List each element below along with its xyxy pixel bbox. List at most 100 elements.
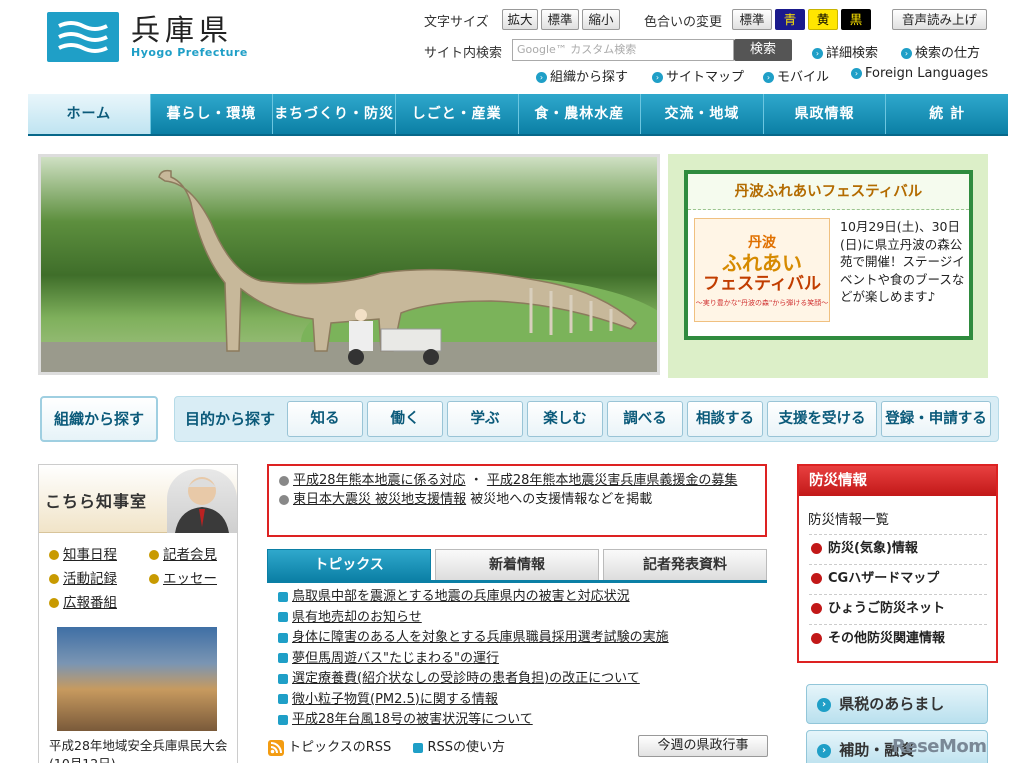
bousai-net-link[interactable]: ひょうご防災ネット bbox=[809, 594, 987, 622]
detail-search-link[interactable]: › 詳細検索 bbox=[812, 42, 878, 61]
bullet-icon bbox=[49, 550, 59, 560]
search-button[interactable]: 検索 bbox=[734, 39, 792, 61]
governor-header[interactable]: こちら知事室 bbox=[39, 465, 237, 533]
nav-exchange[interactable]: 交流・地域 bbox=[641, 94, 764, 134]
color-standard-button[interactable]: 標準 bbox=[732, 9, 772, 30]
list-item[interactable]: 微小粒子物質(PM2.5)に関する情報 bbox=[278, 690, 768, 711]
bullet-icon bbox=[811, 573, 822, 584]
bullet-icon bbox=[811, 543, 822, 554]
bullet-icon bbox=[811, 633, 822, 644]
purpose-apply-button[interactable]: 登録・申請する bbox=[881, 401, 991, 437]
mobile-link[interactable]: › モバイル bbox=[763, 66, 829, 85]
bullet-icon bbox=[149, 550, 159, 560]
nav-living[interactable]: 暮らし・環境 bbox=[151, 94, 274, 134]
bullet-icon bbox=[278, 714, 288, 725]
rss-topics-link[interactable]: トピックスのRSS bbox=[268, 739, 391, 756]
disaster-list-link[interactable]: 防災情報一覧 bbox=[808, 508, 889, 528]
hazard-map-link[interactable]: CGハザードマップ bbox=[809, 564, 987, 592]
nav-statistics[interactable]: 統 計 bbox=[886, 94, 1008, 134]
festival-logo-subtitle: ～実り豊かな"丹波の森"から弾ける笑顔～ bbox=[695, 299, 829, 307]
nav-food[interactable]: 食・農林水産 bbox=[519, 94, 642, 134]
text-size-small-button[interactable]: 縮小 bbox=[582, 9, 620, 30]
tohoku-support-text: 被災地への支援情報などを掲載 bbox=[470, 492, 653, 507]
tohoku-support-link[interactable]: 東日本大震災 被災地支援情報 bbox=[293, 492, 466, 507]
sitemap-link[interactable]: › サイトマップ bbox=[652, 66, 744, 85]
separator: ・ bbox=[469, 473, 483, 488]
text-size-normal-button[interactable]: 標準 bbox=[541, 9, 579, 30]
arrow-circle-icon: › bbox=[763, 72, 774, 83]
purpose-learn-button[interactable]: 学ぶ bbox=[447, 401, 523, 437]
site-logo[interactable]: 兵庫県 Hyogo Prefecture bbox=[47, 12, 248, 62]
bullet-icon bbox=[278, 632, 288, 643]
bullet-icon bbox=[149, 574, 159, 584]
list-item[interactable]: 身体に障害のある人を対象とする兵庫県職員採用選考試験の実施 bbox=[278, 628, 768, 649]
nav-town[interactable]: まちづくり・防災 bbox=[273, 94, 396, 134]
list-item[interactable]: 鳥取県中部を震源とする地震の兵庫県内の被害と対応状況 bbox=[278, 587, 768, 608]
list-item[interactable]: 平成28年台風18号の被害状況等について bbox=[278, 710, 768, 731]
global-nav: ホーム 暮らし・環境 まちづくり・防災 しごと・産業 食・農林水産 交流・地域 … bbox=[28, 94, 1008, 136]
arrow-circle-icon: › bbox=[817, 697, 831, 712]
rss-howto-link[interactable]: RSSの使い方 bbox=[413, 740, 505, 755]
disaster-title: 防災情報 bbox=[799, 466, 996, 496]
emergency-notice: 平成28年熊本地震に係る対応 ・ 平成28年熊本地震災害兵庫県義援金の募集 東日… bbox=[267, 464, 767, 537]
foreign-languages-link[interactable]: › Foreign Languages bbox=[851, 66, 988, 81]
bullet-icon bbox=[278, 591, 288, 602]
governor-photo-caption: 平成28年地域安全兵庫県民大会(10月12日) bbox=[49, 738, 228, 763]
color-black-button[interactable]: 黒 bbox=[841, 9, 871, 30]
list-item[interactable]: 夢但馬周遊バス"たじまわる"の運行 bbox=[278, 649, 768, 670]
tab-new-info[interactable]: 新着情報 bbox=[435, 549, 599, 581]
list-item[interactable]: 選定療養費(紹介状なしの受診時の患者負担)の改正について bbox=[278, 669, 768, 690]
page: 兵庫県 Hyogo Prefecture 文字サイズ 拡大 標準 縮小 色合いの… bbox=[0, 0, 1016, 763]
bullet-icon bbox=[49, 598, 59, 608]
purpose-search-bar: 目的から探す 知る 働く 学ぶ 楽しむ 調べる 相談する 支援を受ける 登録・申… bbox=[174, 396, 999, 442]
tab-press-releases[interactable]: 記者発表資料 bbox=[603, 549, 767, 581]
press-conference-link[interactable]: 記者会見 bbox=[149, 543, 217, 563]
pr-program-link[interactable]: 広報番組 bbox=[49, 591, 117, 611]
festival-title: 丹波ふれあいフェスティバル bbox=[688, 174, 969, 210]
kumamoto-response-link[interactable]: 平成28年熊本地震に係る対応 bbox=[293, 473, 466, 488]
tax-overview-button[interactable]: › 県税のあらまし bbox=[806, 684, 988, 724]
purpose-research-button[interactable]: 調べる bbox=[607, 401, 683, 437]
bullet-icon bbox=[278, 612, 288, 622]
color-yellow-button[interactable]: 黄 bbox=[808, 9, 838, 30]
bullet-icon bbox=[279, 475, 289, 486]
purpose-support-button[interactable]: 支援を受ける bbox=[767, 401, 877, 437]
search-howto-link[interactable]: › 検索の仕方 bbox=[901, 42, 980, 61]
purpose-enjoy-button[interactable]: 楽しむ bbox=[527, 401, 603, 437]
tab-topics[interactable]: トピックス bbox=[267, 549, 431, 581]
nav-home[interactable]: ホーム bbox=[28, 94, 151, 134]
disaster-weather-link[interactable]: 防災(気象)情報 bbox=[809, 534, 987, 562]
org-search-link[interactable]: › 組織から探す bbox=[536, 66, 628, 85]
nav-prefecture[interactable]: 県政情報 bbox=[764, 94, 887, 134]
voice-read-button[interactable]: 音声読み上げ bbox=[892, 9, 987, 30]
color-blue-button[interactable]: 青 bbox=[775, 9, 805, 30]
arrow-circle-icon: › bbox=[851, 68, 862, 79]
arrow-circle-icon: › bbox=[901, 48, 912, 59]
list-item[interactable]: 県有地売却のお知らせ bbox=[278, 608, 768, 629]
search-label: サイト内検索 bbox=[424, 46, 503, 61]
purpose-consult-button[interactable]: 相談する bbox=[687, 401, 763, 437]
governor-event-photo[interactable] bbox=[57, 627, 217, 731]
text-size-label: 文字サイズ bbox=[424, 15, 489, 30]
other-disaster-link[interactable]: その他防災関連情報 bbox=[809, 624, 987, 652]
text-size-large-button[interactable]: 拡大 bbox=[502, 9, 538, 30]
hero-image[interactable] bbox=[38, 154, 660, 375]
kumamoto-donation-link[interactable]: 平成28年熊本地震災害兵庫県義援金の募集 bbox=[487, 473, 738, 488]
festival-card[interactable]: 丹波ふれあいフェスティバル 丹波 ふれあい フェスティバル ～実り豊かな"丹波の… bbox=[684, 170, 973, 340]
nav-work[interactable]: しごと・産業 bbox=[396, 94, 519, 134]
logo-title: 兵庫県 bbox=[131, 13, 234, 47]
bullet-icon bbox=[278, 653, 288, 663]
purpose-work-button[interactable]: 働く bbox=[367, 401, 443, 437]
weekly-events-button[interactable]: 今週の県政行事 bbox=[638, 735, 768, 757]
festival-description: 10月29日(土)、30日(日)に県立丹波の森公苑で開催！ステージイベントや食の… bbox=[840, 219, 965, 304]
governor-schedule-link[interactable]: 知事日程 bbox=[49, 543, 117, 563]
watermark-logo: ReseMom bbox=[892, 736, 987, 757]
rss-row: トピックスのRSS RSSの使い方 bbox=[268, 736, 505, 756]
purpose-know-button[interactable]: 知る bbox=[287, 401, 363, 437]
search-input[interactable]: Google™ カスタム検索 bbox=[512, 39, 734, 61]
arrow-circle-icon: › bbox=[817, 743, 831, 758]
org-search-button[interactable]: 組織から探す bbox=[40, 396, 158, 442]
festival-logo-image: 丹波 ふれあい フェスティバル ～実り豊かな"丹波の森"から弾ける笑顔～ bbox=[694, 218, 830, 322]
activity-record-link[interactable]: 活動記録 bbox=[49, 567, 117, 587]
essay-link[interactable]: エッセー bbox=[149, 567, 217, 587]
